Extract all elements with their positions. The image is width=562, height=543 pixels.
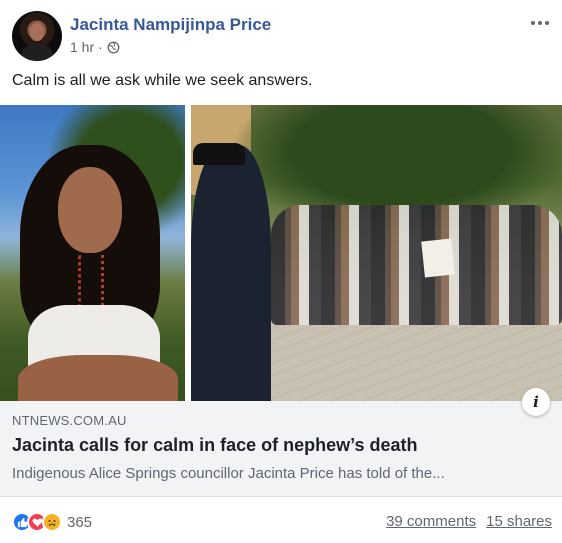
post-meta: 1 hr · [70, 39, 120, 55]
link-description: Indigenous Alice Springs councillor Jaci… [12, 465, 445, 482]
avatar[interactable] [12, 11, 62, 61]
shares-link[interactable]: 15 shares [486, 513, 552, 530]
globe-icon [107, 41, 120, 53]
protest-photo [191, 105, 562, 401]
comments-link[interactable]: 39 comments [386, 513, 476, 530]
post-timestamp[interactable]: 1 hr [70, 39, 94, 55]
link-domain: NTNEWS.COM.AU [12, 413, 127, 428]
avatar-body [21, 44, 53, 61]
link-preview-image[interactable] [0, 105, 562, 401]
info-icon[interactable]: i [522, 388, 550, 416]
post-header: Jacinta Nampijinpa Price 1 hr · [12, 11, 552, 63]
reaction-count: 365 [67, 513, 93, 531]
link-headline[interactable]: Jacinta calls for calm in face of nephew… [12, 435, 417, 456]
sad-icon [42, 512, 62, 532]
more-options-icon[interactable] [528, 17, 552, 29]
reactions-summary[interactable]: 365 [12, 512, 92, 532]
post-text: Calm is all we ask while we seek answers… [12, 72, 313, 89]
meta-separator: · [98, 39, 103, 55]
engagement-bar: 365 39 comments 15 shares [12, 509, 552, 535]
link-card[interactable]: i NTNEWS.COM.AU Jacinta calls for calm i… [0, 388, 562, 497]
portrait-photo [0, 105, 185, 401]
engagement-links: 39 comments 15 shares [386, 513, 552, 530]
author-name[interactable]: Jacinta Nampijinpa Price [70, 15, 271, 35]
avatar-face [30, 23, 44, 41]
